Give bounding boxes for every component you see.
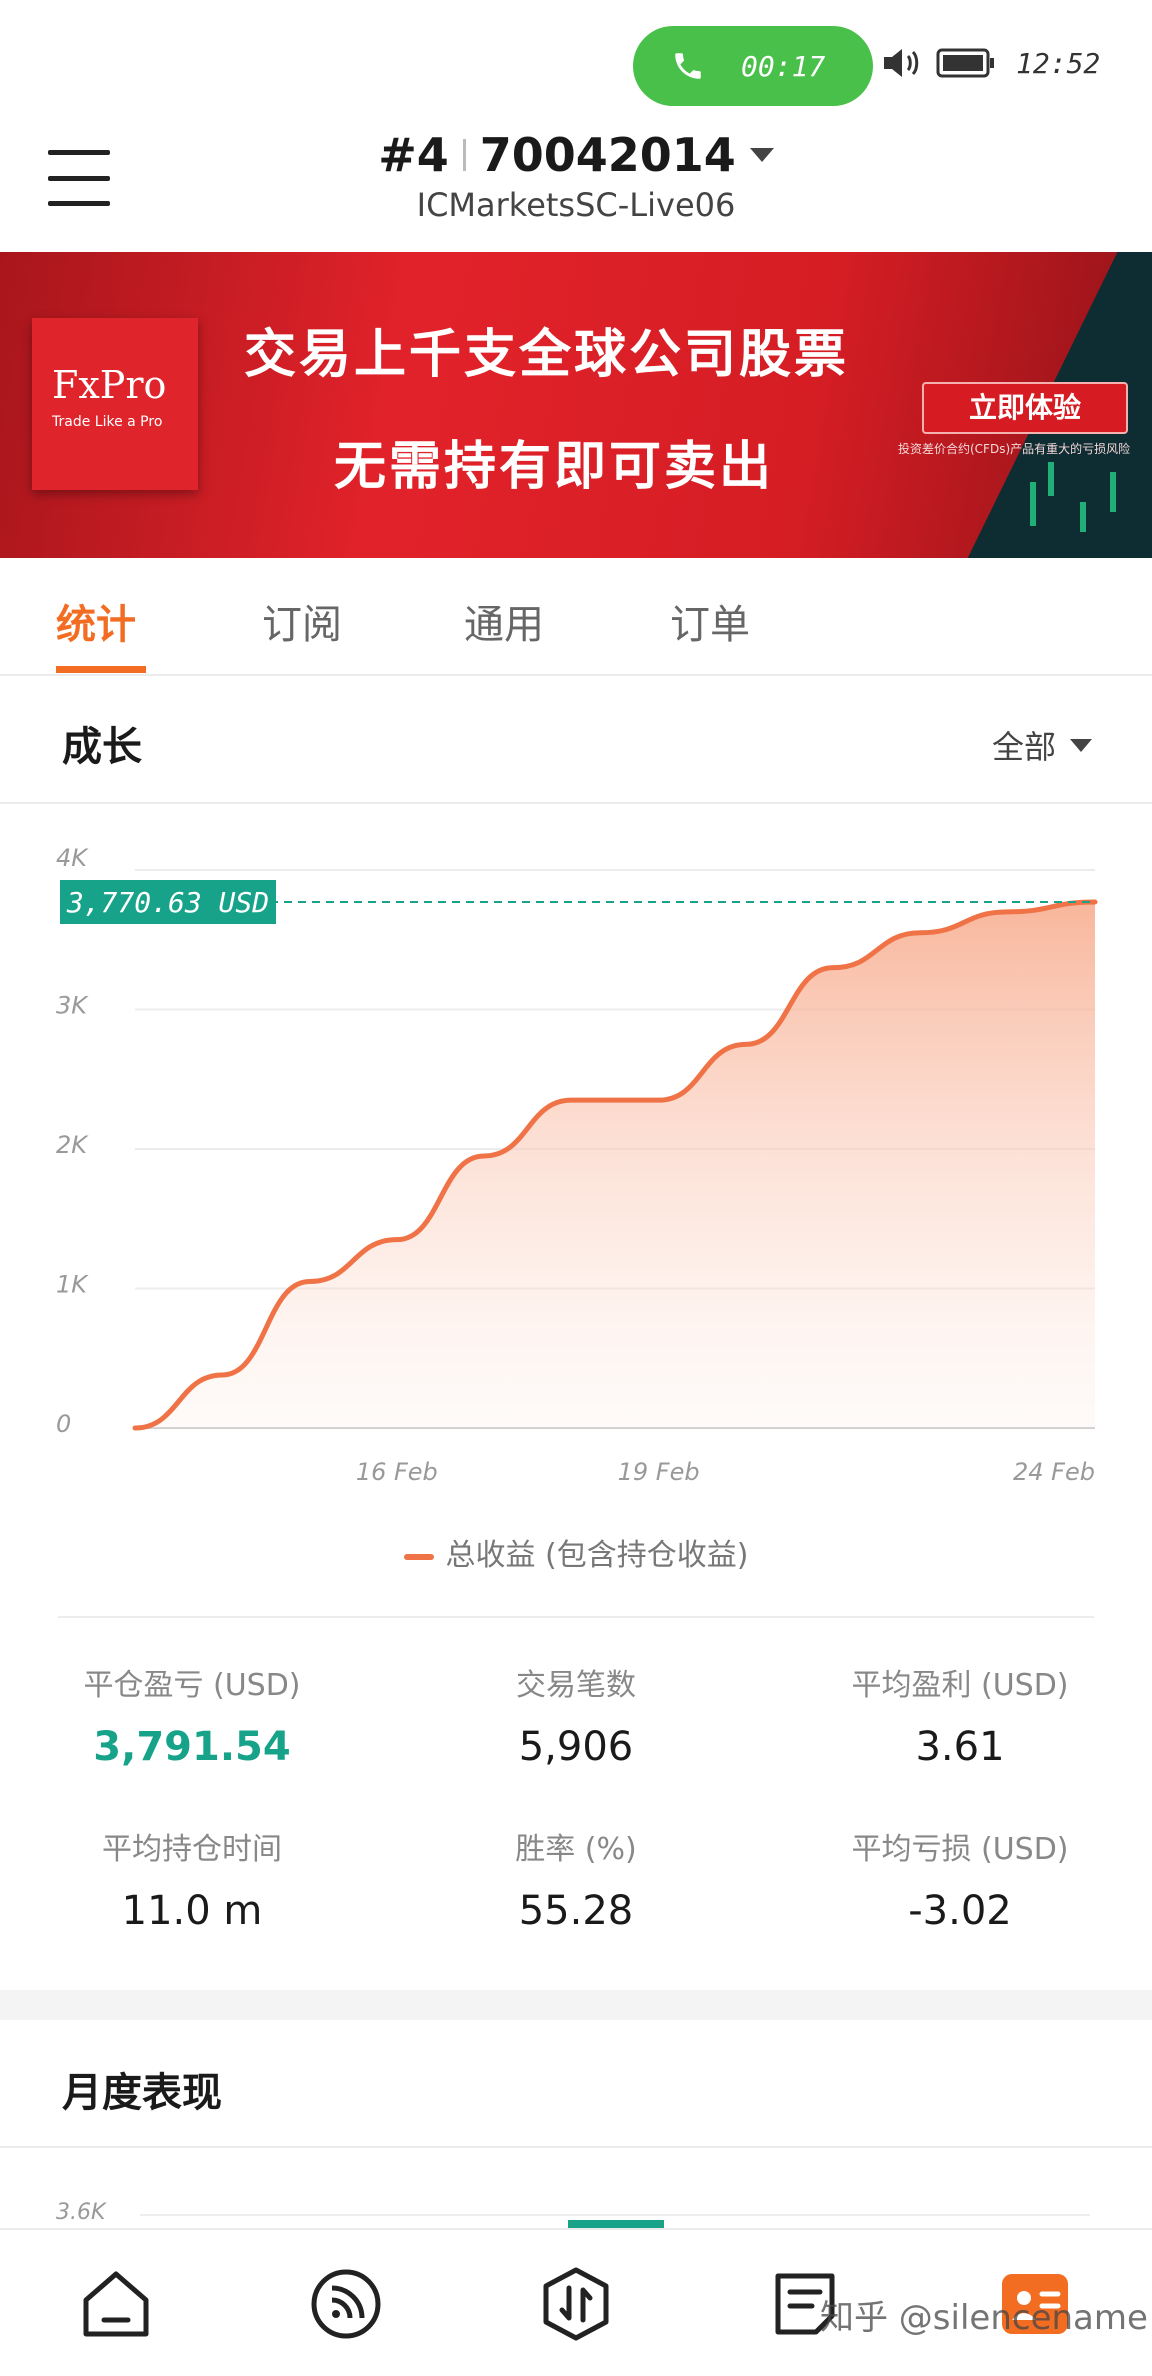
nav-trade[interactable] (536, 2264, 616, 2344)
monthly-title: 月度表现 (62, 2070, 222, 2116)
stat-avg-profit: 平均盈利 (USD) 3.61 (768, 1660, 1152, 1770)
x-tick-label: 16 Feb (356, 1458, 438, 1486)
stat-label: 平均盈利 (USD) (851, 1668, 1069, 1703)
risk-disclaimer: 投资差价合约(CFDs)产品有重大的亏损风险 (898, 442, 1131, 456)
active-tab-indicator (56, 666, 146, 673)
stat-avg-hold-time: 平均持仓时间 11.0 m (0, 1824, 384, 1934)
y-tick-label: 0 (56, 1410, 71, 1438)
current-value-label: 3,770.63 USD (66, 886, 269, 919)
stat-avg-loss: 平均亏损 (USD) -3.02 (768, 1824, 1152, 1934)
legend-label: 总收益 (包含持仓收益) (445, 1538, 749, 1573)
system-icons: 12:52 (882, 46, 1100, 80)
stat-value: 3.61 (915, 1724, 1005, 1770)
x-tick-label: 19 Feb (618, 1458, 700, 1486)
banner-headline: 交易上千支全球公司股票 (244, 325, 850, 385)
stat-value: 5,906 (518, 1724, 634, 1770)
try-now-button[interactable]: 立即体验 (922, 382, 1128, 434)
divider (58, 1616, 1094, 1618)
growth-section-header: 成长 全部 (0, 678, 1152, 804)
y-tick-label: 4K (56, 844, 89, 872)
tab-orders[interactable]: 订单 (670, 592, 750, 650)
tab-general[interactable]: 通用 (464, 592, 544, 650)
separator (462, 139, 466, 171)
account-switcher[interactable]: #4 70042014 ICMarketsSC-Live06 (0, 128, 1152, 224)
server-name: ICMarketsSC-Live06 (416, 186, 736, 224)
account-prefix: #4 (378, 128, 449, 182)
growth-chart-svg: 0 1K 2K 3K 4K 3,770.63 USD 16 Feb 19 Feb 24 Feb (56, 844, 1098, 1486)
period-filter-label: 全部 (991, 728, 1056, 766)
y-tick-label: 1K (56, 1271, 89, 1299)
growth-title: 成长 (62, 724, 142, 770)
stat-trade-count: 交易笔数 5,906 (384, 1660, 768, 1770)
x-tick-label: 24 Feb (1013, 1458, 1095, 1486)
stat-closed-pnl: 平仓盈亏 (USD) 3,791.54 (0, 1660, 384, 1770)
feed-icon (311, 2269, 381, 2339)
banner-subheadline: 无需持有即可卖出 (334, 437, 775, 497)
y-tick-label: 2K (56, 1131, 89, 1159)
y-tick-label: 3K (56, 992, 89, 1020)
stat-label: 平均亏损 (USD) (851, 1832, 1069, 1867)
call-timer: 00:17 (741, 49, 826, 83)
stat-win-rate: 胜率 (%) 55.28 (384, 1824, 768, 1934)
scroll-indicator (568, 2220, 664, 2228)
status-bar: 00:17 12:52 (0, 0, 1152, 130)
ongoing-call-pill[interactable]: 00:17 (633, 26, 873, 106)
home-icon (83, 2271, 149, 2337)
ad-banner[interactable]: FxPro Trade Like a Pro 交易上千支全球公司股票 无需持有即… (0, 252, 1152, 558)
tab-subscribe[interactable]: 订阅 (262, 592, 342, 650)
monthly-y-tick: 3.6K (56, 2200, 106, 2225)
stat-label: 交易笔数 (516, 1668, 636, 1703)
section-separator (0, 1990, 1152, 2020)
trade-icon (543, 2267, 609, 2341)
stat-value: 3,791.54 (93, 1724, 291, 1770)
monthly-section-header: 月度表现 (0, 2020, 1152, 2148)
chevron-down-icon (749, 148, 774, 162)
volume-icon (884, 49, 919, 77)
nav-feed[interactable] (306, 2264, 386, 2344)
tab-bar: 统计 订阅 通用 订单 (0, 558, 1152, 676)
stat-value: -3.02 (908, 1888, 1012, 1934)
stat-value: 11.0 m (121, 1888, 263, 1934)
stat-label: 平仓盈亏 (USD) (83, 1668, 301, 1703)
tab-stats[interactable]: 统计 (56, 592, 136, 650)
battery-icon (936, 48, 994, 78)
account-number: 70042014 (479, 128, 736, 182)
nav-home[interactable] (76, 2264, 156, 2344)
period-filter-dropdown[interactable]: 全部 (992, 722, 1092, 768)
clock: 12:52 (1016, 46, 1101, 80)
chevron-down-icon (1070, 738, 1092, 752)
stat-label: 平均持仓时间 (102, 1832, 282, 1867)
stat-label: 胜率 (%) (515, 1832, 637, 1867)
watermark: 知乎 @silencename (820, 2298, 1148, 2338)
stat-value: 55.28 (518, 1888, 634, 1934)
monthly-gridline (140, 2214, 1090, 2216)
area-fill (135, 901, 1095, 1428)
growth-chart: 0 1K 2K 3K 4K 3,770.63 USD 16 Feb 19 Feb 24 Feb (0, 830, 1152, 1530)
phone-icon (675, 53, 701, 79)
legend-swatch (403, 1553, 434, 1560)
chart-legend: 总收益 (包含持仓收益) (0, 1530, 1152, 1574)
fxpro-logo: FxPro Trade Like a Pro (32, 318, 198, 490)
